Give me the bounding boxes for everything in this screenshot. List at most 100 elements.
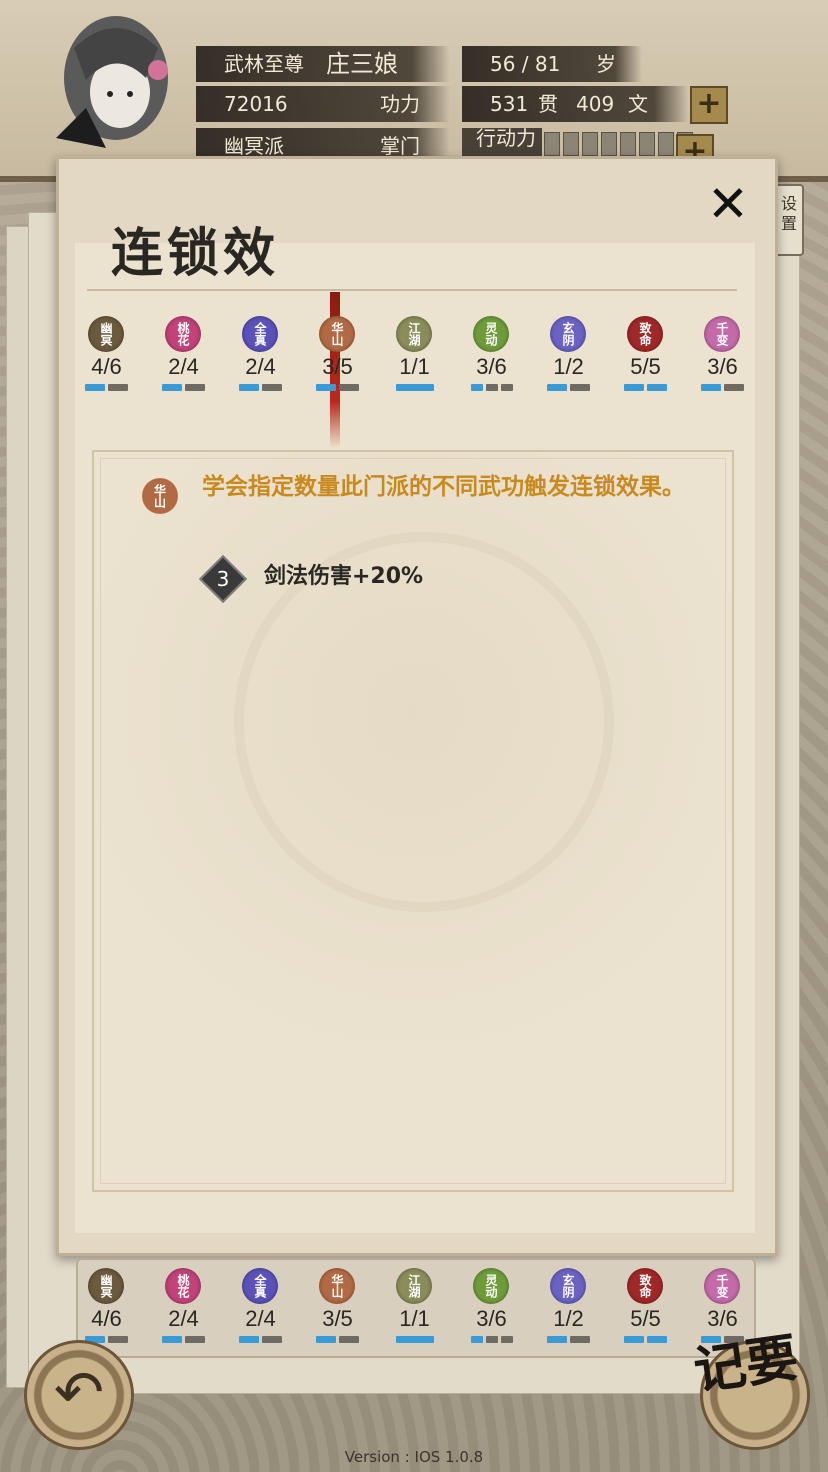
sect-count: 2/4 (168, 354, 199, 379)
progress-segment (500, 1336, 513, 1343)
sect-count: 3/6 (476, 354, 507, 379)
sect-count: 5/5 (630, 1306, 661, 1331)
sect-progress-bars (299, 384, 376, 391)
progress-segment (395, 384, 434, 391)
progress-segment (239, 1336, 259, 1343)
top-sect-8[interactable]: 千变 3/6 (684, 316, 761, 406)
sect-count: 3/6 (707, 1306, 738, 1331)
sect-badge-icon: 灵动 (473, 1268, 509, 1304)
sect-progress-bars (68, 384, 145, 391)
progress-segment (500, 384, 513, 391)
sect-progress-bars (222, 1336, 299, 1343)
sect-progress-bars (530, 384, 607, 391)
top-sect-2[interactable]: 全真 2/4 (222, 316, 299, 406)
sect-badge-icon: 幽冥 (88, 1268, 124, 1304)
notes-label: 记要 (690, 1327, 802, 1402)
bottom-sect-1[interactable]: 桃花 2/4 (145, 1268, 222, 1358)
money-guan-unit: 贯 (538, 92, 558, 116)
sect-badge-icon: 桃花 (165, 316, 201, 352)
sect-count: 4/6 (91, 1306, 122, 1331)
progress-segment (624, 1336, 644, 1343)
sect-progress-bars (299, 1336, 376, 1343)
sect-badge-icon: 华山 (319, 1268, 355, 1304)
sect-progress-bars (222, 384, 299, 391)
top-sect-6[interactable]: 玄阴 1/2 (530, 316, 607, 406)
progress-segment (647, 1336, 667, 1343)
sect-progress-bars (607, 384, 684, 391)
close-icon[interactable]: ✕ (703, 179, 753, 229)
bottom-sect-5[interactable]: 灵动 3/6 (453, 1268, 530, 1358)
panel-title: 连锁效 (111, 223, 280, 284)
progress-segment (570, 384, 590, 391)
progress-segment (547, 1336, 567, 1343)
title-bar: 武林至尊 庄三娘 (196, 46, 450, 82)
sect-progress-bars (376, 384, 453, 391)
character-avatar[interactable] (46, 8, 196, 158)
progress-segment (185, 1336, 205, 1343)
sect-progress-bars (453, 384, 530, 391)
progress-segment (108, 1336, 128, 1343)
progress-segment (262, 1336, 282, 1343)
sect-progress-bars (453, 1336, 530, 1343)
progress-segment (647, 384, 667, 391)
action-label: 行动力 (476, 126, 536, 150)
back-arrow-icon: ↶ (53, 1358, 105, 1428)
bottom-sect-4[interactable]: 江湖 1/1 (376, 1268, 453, 1358)
sect-badge-icon: 幽冥 (88, 316, 124, 352)
back-button[interactable]: ↶ (24, 1340, 134, 1450)
sect-count: 2/4 (245, 1306, 276, 1331)
top-sect-3[interactable]: 华山 3/5 (299, 316, 376, 406)
character-name: 庄三娘 (326, 50, 398, 78)
money-wen: 409 (576, 92, 615, 116)
sect-count: 2/4 (245, 354, 276, 379)
progress-segment (470, 1336, 483, 1343)
bottom-sect-6[interactable]: 玄阴 1/2 (530, 1268, 607, 1358)
sect-count: 5/5 (630, 354, 661, 379)
bottom-sect-3[interactable]: 华山 3/5 (299, 1268, 376, 1358)
sect-count: 2/4 (168, 1306, 199, 1331)
sect-badge-icon: 玄阴 (550, 1268, 586, 1304)
progress-segment (470, 384, 483, 391)
progress-segment (108, 384, 128, 391)
sect-count: 3/6 (707, 354, 738, 379)
progress-segment (339, 1336, 359, 1343)
age-unit: 岁 (596, 52, 616, 76)
top-sect-0[interactable]: 幽冥 4/6 (68, 316, 145, 406)
sect-badge-icon: 灵动 (473, 316, 509, 352)
progress-segment (262, 384, 282, 391)
top-sect-4[interactable]: 江湖 1/1 (376, 316, 453, 406)
power-label: 功力 (380, 92, 420, 116)
sect-count: 1/2 (553, 1306, 584, 1331)
settings-tab[interactable]: 设置 (774, 184, 804, 256)
effect-text: 剑法伤害+20% (264, 564, 424, 589)
progress-segment (485, 384, 498, 391)
sect-row-top: 幽冥 4/6 桃花 2/4 全真 2/4 华山 3/5 江湖 1/1 灵动 3/6 玄阴 1/2 致命 5/5… (68, 316, 761, 406)
sect-progress-bars (530, 1336, 607, 1343)
top-sect-5[interactable]: 灵动 3/6 (453, 316, 530, 406)
sect-badge-icon: 千变 (704, 1268, 740, 1304)
progress-segment (185, 384, 205, 391)
bottom-sect-2[interactable]: 全真 2/4 (222, 1268, 299, 1358)
top-sect-1[interactable]: 桃花 2/4 (145, 316, 222, 406)
sect-badge-icon: 千变 (704, 316, 740, 352)
money-wen-unit: 文 (628, 92, 648, 116)
sect-badge-icon: 致命 (627, 1268, 663, 1304)
top-sect-7[interactable]: 致命 5/5 (607, 316, 684, 406)
sect-count: 1/1 (399, 354, 430, 379)
sect-count: 3/5 (322, 354, 353, 379)
selected-sect-badge: 华山 (142, 478, 178, 514)
sect-count: 3/5 (322, 1306, 353, 1331)
version-label: Version : IOS 1.0.8 (344, 1448, 484, 1466)
bottom-sect-7[interactable]: 致命 5/5 (607, 1268, 684, 1358)
sect-count: 1/1 (399, 1306, 430, 1331)
progress-segment (339, 384, 359, 391)
progress-segment (570, 1336, 590, 1343)
sect-badge-icon: 江湖 (396, 1268, 432, 1304)
progress-segment (85, 384, 105, 391)
sect-progress-bars (145, 1336, 222, 1343)
power-value: 72016 (224, 92, 288, 116)
add-money-button[interactable]: + (690, 86, 728, 124)
sect-count: 1/2 (553, 354, 584, 379)
sect-badge-icon: 全真 (242, 1268, 278, 1304)
age-bar: 56 / 81 岁 (462, 46, 642, 82)
